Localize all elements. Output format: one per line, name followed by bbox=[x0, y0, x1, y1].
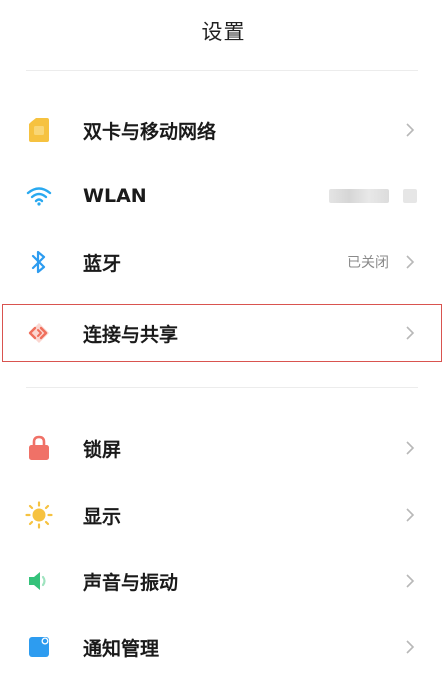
settings-header: 设置 bbox=[0, 0, 447, 60]
chevron-right-icon bbox=[403, 438, 417, 458]
settings-row-wlan[interactable]: WLAN bbox=[0, 165, 447, 227]
header-divider bbox=[26, 70, 418, 71]
row-label: 蓝牙 bbox=[83, 252, 122, 275]
sim-card-icon bbox=[24, 115, 54, 145]
sun-icon bbox=[24, 500, 54, 530]
row-label: 声音与振动 bbox=[83, 571, 179, 594]
redacted-block bbox=[403, 189, 417, 203]
settings-row-bluetooth[interactable]: 蓝牙 已关闭 bbox=[0, 231, 447, 293]
lock-icon bbox=[24, 433, 54, 463]
chevron-right-icon bbox=[403, 252, 417, 272]
row-label: 通知管理 bbox=[83, 637, 160, 660]
bluetooth-icon bbox=[24, 247, 54, 277]
section-divider bbox=[26, 387, 418, 388]
chevron-right-icon bbox=[403, 505, 417, 525]
row-label: 锁屏 bbox=[83, 438, 122, 461]
wifi-icon bbox=[24, 181, 54, 211]
settings-row-sound-vibration[interactable]: 声音与振动 bbox=[0, 550, 447, 612]
settings-row-dual-sim[interactable]: 双卡与移动网络 bbox=[0, 99, 447, 161]
settings-row-notifications[interactable]: 通知管理 bbox=[0, 616, 447, 678]
speaker-icon bbox=[24, 566, 54, 596]
settings-row-lock-screen[interactable]: 锁屏 bbox=[0, 417, 447, 479]
bluetooth-status: 已关闭 bbox=[347, 255, 389, 271]
highlight-box bbox=[2, 304, 442, 362]
chevron-right-icon bbox=[403, 571, 417, 591]
wifi-network-name-redacted bbox=[329, 189, 389, 203]
settings-row-display[interactable]: 显示 bbox=[0, 484, 447, 546]
row-label: 显示 bbox=[83, 505, 122, 528]
row-label: WLAN bbox=[83, 185, 147, 207]
page-title: 设置 bbox=[201, 20, 246, 44]
notification-icon bbox=[24, 632, 54, 662]
chevron-right-icon bbox=[403, 637, 417, 657]
row-label: 双卡与移动网络 bbox=[83, 120, 217, 143]
chevron-right-icon bbox=[403, 120, 417, 140]
